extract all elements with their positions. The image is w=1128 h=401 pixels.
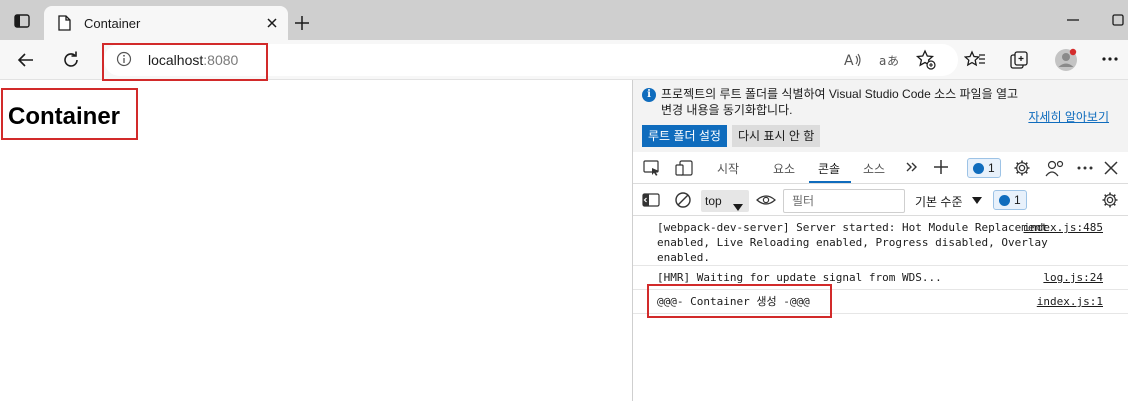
back-icon[interactable] [16, 50, 36, 70]
close-tab-icon[interactable] [262, 13, 282, 33]
issues-count: 1 [988, 161, 995, 175]
console-message-source-link[interactable]: log.js:24 [1043, 270, 1103, 285]
tab-console[interactable]: 콘솔 [818, 160, 840, 177]
page-icon [58, 15, 71, 31]
message-icon [973, 163, 984, 174]
dropdown-arrow-icon [971, 194, 982, 208]
issues-badge[interactable]: 1 [967, 158, 1001, 178]
maximize-icon[interactable] [1112, 14, 1124, 26]
tab-welcome[interactable]: 시작 [717, 160, 739, 177]
devtools-tab-bar: 시작 요소 콘솔 소스 1 [633, 152, 1128, 184]
console-settings-gear-icon[interactable] [1101, 191, 1119, 209]
devtools-panel: i 프로젝트의 루트 폴더를 식별하여 Visual Studio Code 소… [632, 80, 1128, 401]
customize-icon[interactable] [1045, 159, 1065, 177]
console-message-text: [webpack-dev-server] Server started: Hot… [657, 221, 1055, 264]
console-issues-badge[interactable]: 1 [993, 190, 1027, 210]
favorites-icon[interactable] [964, 50, 986, 70]
console-filter-input[interactable] [783, 189, 905, 213]
svg-text:a: a [879, 54, 886, 68]
clear-console-icon[interactable] [674, 191, 692, 209]
new-tab-icon[interactable] [293, 14, 311, 32]
console-issues-count: 1 [1014, 193, 1021, 207]
add-tool-icon[interactable] [933, 159, 949, 175]
console-message-source-link[interactable]: index.js:485 [1024, 220, 1103, 235]
console-message-text: [HMR] Waiting for update signal from WDS… [657, 271, 942, 284]
svg-text:A: A [844, 53, 854, 69]
settings-gear-icon[interactable] [1013, 159, 1031, 177]
minimize-icon[interactable] [1066, 18, 1080, 22]
tab-actions-icon[interactable] [14, 14, 30, 28]
log-level-value: 기본 수준 [915, 195, 963, 209]
live-expression-eye-icon[interactable] [756, 192, 776, 208]
context-selector[interactable]: top [701, 190, 749, 212]
read-aloud-icon[interactable]: A [843, 50, 863, 70]
learn-more-link[interactable]: 자세히 알아보기 [1028, 108, 1109, 125]
workspace-infobar: i 프로젝트의 루트 폴더를 식별하여 Visual Studio Code 소… [633, 80, 1128, 152]
console-toolbar: top 기본 수준 1 [633, 184, 1128, 216]
add-favorite-icon[interactable] [915, 49, 937, 71]
browser-tab[interactable]: Container [44, 6, 288, 40]
tab-elements[interactable]: 요소 [773, 160, 795, 177]
dont-show-again-button[interactable]: 다시 표시 안 함 [732, 125, 821, 147]
console-message-highlight-box [647, 284, 832, 318]
set-root-folder-button[interactable]: 루트 폴더 설정 [642, 125, 727, 147]
tab-strip: Container [0, 0, 1128, 40]
address-highlight-box [102, 43, 268, 81]
info-icon: i [642, 88, 656, 102]
close-devtools-icon[interactable] [1103, 160, 1119, 176]
heading-highlight-box [1, 88, 138, 140]
inspect-element-icon[interactable] [643, 160, 661, 176]
refresh-icon[interactable] [61, 50, 81, 70]
sidebar-toggle-icon[interactable] [642, 192, 660, 208]
tab-title: Container [84, 16, 141, 31]
console-message: [webpack-dev-server] Server started: Hot… [633, 216, 1128, 266]
log-level-selector[interactable]: 기본 수준 [915, 193, 982, 210]
device-emulation-icon[interactable] [675, 160, 693, 176]
tab-sources[interactable]: 소스 [863, 160, 885, 177]
more-tabs-icon[interactable] [905, 160, 919, 174]
devtools-more-icon[interactable] [1076, 165, 1094, 171]
console-message-source-link[interactable]: index.js:1 [1037, 294, 1103, 309]
svg-text:あ: あ [887, 54, 899, 68]
more-menu-icon[interactable] [1101, 56, 1119, 62]
collections-icon[interactable] [1009, 50, 1029, 70]
profile-avatar[interactable] [1054, 48, 1078, 77]
translate-icon[interactable]: aあ [878, 50, 900, 70]
message-icon [999, 195, 1010, 206]
infobar-message: 프로젝트의 루트 폴더를 식별하여 Visual Studio Code 소스 … [661, 87, 1019, 117]
active-tab-indicator [809, 181, 851, 183]
context-value: top [705, 194, 722, 208]
